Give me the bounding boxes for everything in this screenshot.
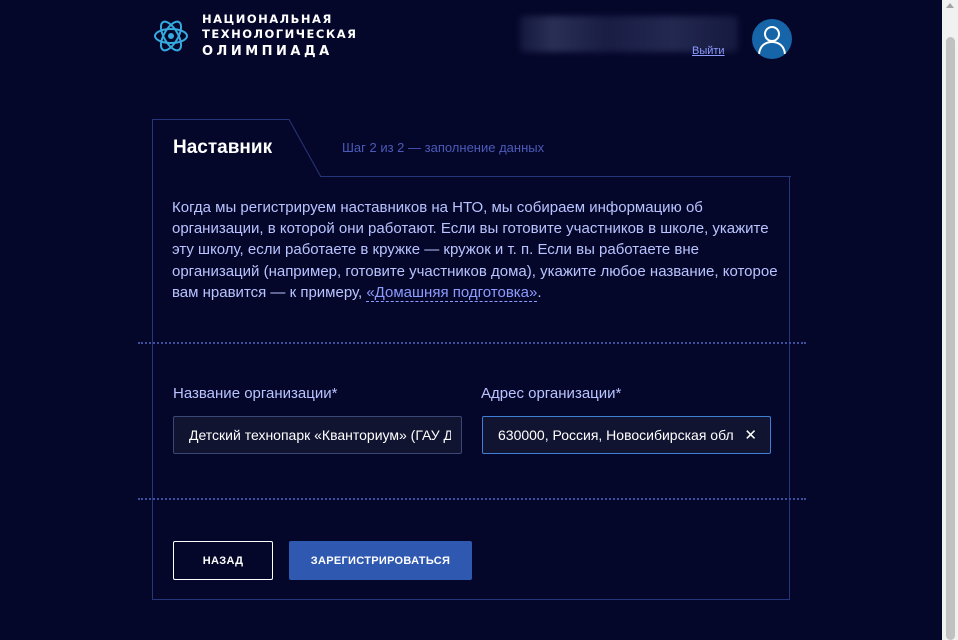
home-training-link[interactable]: «Домашняя подготовка»	[366, 283, 538, 302]
divider	[138, 342, 806, 344]
register-button[interactable]: ЗАРЕГИСТРИРОВАТЬСЯ	[289, 541, 472, 580]
scrollbar-thumb[interactable]	[946, 37, 955, 640]
close-icon[interactable]: ✕	[744, 426, 757, 444]
tab-title: Наставник	[173, 137, 273, 158]
scroll-up-icon[interactable]	[946, 3, 954, 8]
logout-link[interactable]: Выйти	[692, 45, 725, 57]
nto-logo-icon	[154, 20, 188, 51]
org-name-value: Детский технопарк «Кванториум» (ГАУ Д	[189, 427, 451, 443]
org-name-input[interactable]: Детский технопарк «Кванториум» (ГАУ Д	[173, 416, 462, 454]
tab-mentor: Наставник	[152, 119, 322, 178]
back-button[interactable]: НАЗАД	[173, 541, 273, 580]
step-indicator: Шаг 2 из 2 — заполнение данных	[342, 140, 545, 155]
org-name-label: Название организации*	[173, 385, 338, 402]
description-text: Когда мы регистрируем наставников на НТО…	[172, 197, 782, 303]
user-avatar-icon[interactable]	[752, 19, 792, 59]
org-address-label: Адрес организации*	[481, 385, 622, 402]
logo-text-line2: ТЕХНОЛОГИЧЕСКАЯ	[202, 27, 358, 41]
description-end: .	[537, 283, 542, 301]
divider	[138, 498, 806, 500]
org-address-input[interactable]: 630000, Россия, Новосибирская обл ✕	[482, 416, 771, 454]
org-address-value: 630000, Россия, Новосибирская обл	[498, 427, 734, 443]
card-top-border	[321, 176, 791, 177]
logo-text-line1: НАЦИОНАЛЬНАЯ	[202, 12, 333, 26]
logo-text-line3: ОЛИМПИАДА	[202, 44, 333, 59]
nto-logo[interactable]: НАЦИОНАЛЬНАЯ ТЕХНОЛОГИЧЕСКАЯ ОЛИМПИАДА	[152, 12, 358, 59]
